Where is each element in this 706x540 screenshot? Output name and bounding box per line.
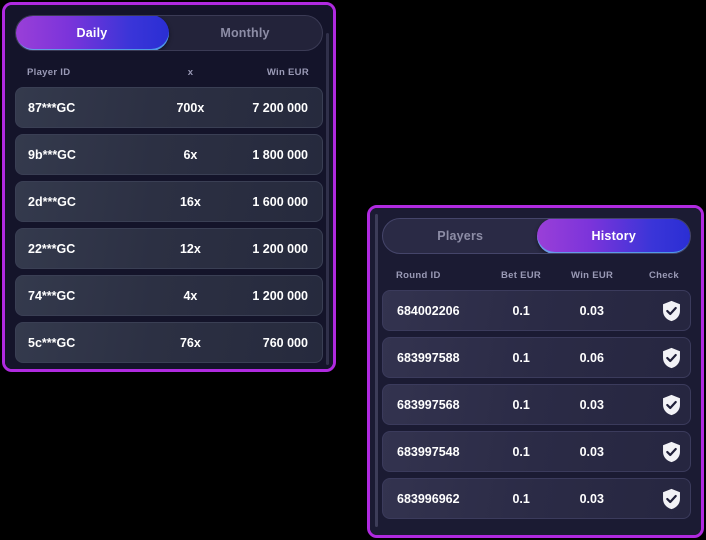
table-row[interactable]: 683997588 0.1 0.06 (382, 337, 691, 378)
cell-check[interactable] (629, 441, 690, 463)
cell-check[interactable] (629, 488, 690, 510)
table-row[interactable]: 683997548 0.1 0.03 (382, 431, 691, 472)
column-header-bet: Bet EUR (500, 269, 542, 281)
table-row[interactable]: 87***GC 700x 7 200 000 (15, 87, 323, 128)
table-row[interactable]: 683996962 0.1 0.03 (382, 478, 691, 519)
cell-win: 1 800 000 (252, 147, 308, 162)
cell-multiplier: 76x (179, 335, 201, 350)
tab-history[interactable]: History (536, 219, 690, 253)
cell-win: 760 000 (262, 335, 308, 350)
table-row[interactable]: 5c***GC 76x 760 000 (15, 322, 323, 363)
leaderboard-panel: Daily Monthly Player ID x Win EUR 87***G… (2, 2, 336, 372)
shield-check-icon[interactable] (661, 488, 682, 510)
cell-bet: 0.1 (512, 397, 530, 412)
history-view-toggle[interactable]: Players History (382, 218, 691, 254)
table-row[interactable]: 9b***GC 6x 1 800 000 (15, 134, 323, 175)
cell-bet: 0.1 (512, 350, 530, 365)
cell-round-id: 684002206 (397, 303, 460, 318)
cell-check[interactable] (629, 394, 690, 416)
leaderboard-rows: 87***GC 700x 7 200 000 9b***GC 6x 1 800 … (15, 87, 323, 363)
cell-check[interactable] (629, 347, 690, 369)
shield-check-icon[interactable] (661, 441, 682, 463)
cell-multiplier: 6x (183, 147, 198, 162)
cell-player-id: 22***GC (28, 241, 76, 256)
column-header-round-id: Round ID (396, 269, 441, 281)
leaderboard-panel-body: Daily Monthly Player ID x Win EUR 87***G… (5, 5, 333, 369)
tab-players[interactable]: Players (383, 219, 538, 253)
table-row[interactable]: 683997568 0.1 0.03 (382, 384, 691, 425)
cell-win: 7 200 000 (252, 100, 308, 115)
column-header-player-id: Player ID (27, 66, 71, 78)
history-panel-body: Players History Round ID Bet EUR Win EUR… (370, 208, 701, 535)
column-header-check: Check (648, 269, 679, 281)
table-row[interactable]: 74***GC 4x 1 200 000 (15, 275, 323, 316)
cell-player-id: 74***GC (28, 288, 76, 303)
column-header-win: Win EUR (266, 66, 309, 78)
cell-round-id: 683997588 (397, 350, 460, 365)
history-scrollbar[interactable] (375, 214, 378, 527)
tab-monthly[interactable]: Monthly (168, 16, 322, 50)
cell-win: 0.03 (579, 444, 604, 459)
cell-multiplier: 12x (179, 241, 201, 256)
cell-multiplier: 700x (176, 100, 205, 115)
cell-win: 1 200 000 (252, 288, 308, 303)
table-row[interactable]: 22***GC 12x 1 200 000 (15, 228, 323, 269)
leaderboard-column-headers: Player ID x Win EUR (15, 59, 323, 85)
cell-round-id: 683997548 (397, 444, 460, 459)
cell-win: 0.03 (579, 303, 604, 318)
cell-multiplier: 16x (179, 194, 201, 209)
history-rows: 684002206 0.1 0.03 683997588 0.1 0.06 68… (382, 290, 691, 519)
cell-bet: 0.1 (512, 303, 530, 318)
cell-bet: 0.1 (512, 491, 530, 506)
table-row[interactable]: 684002206 0.1 0.03 (382, 290, 691, 331)
cell-win: 0.03 (579, 397, 604, 412)
leaderboard-period-toggle[interactable]: Daily Monthly (15, 15, 323, 51)
cell-win: 0.06 (579, 350, 604, 365)
cell-player-id: 87***GC (28, 100, 76, 115)
tab-daily[interactable]: Daily (16, 16, 169, 50)
cell-round-id: 683996962 (397, 491, 460, 506)
cell-player-id: 5c***GC (28, 335, 76, 350)
cell-bet: 0.1 (512, 444, 530, 459)
screen-root: Daily Monthly Player ID x Win EUR 87***G… (0, 0, 706, 540)
shield-check-icon[interactable] (661, 347, 682, 369)
column-header-multiplier: x (187, 66, 194, 78)
history-column-headers: Round ID Bet EUR Win EUR Check (382, 262, 691, 288)
cell-round-id: 683997568 (397, 397, 460, 412)
cell-player-id: 9b***GC (28, 147, 76, 162)
table-row[interactable]: 2d***GC 16x 1 600 000 (15, 181, 323, 222)
cell-player-id: 2d***GC (28, 194, 76, 209)
leaderboard-scrollbar[interactable] (326, 33, 329, 365)
shield-check-icon[interactable] (661, 394, 682, 416)
cell-check[interactable] (629, 300, 690, 322)
history-panel: Players History Round ID Bet EUR Win EUR… (367, 205, 704, 538)
cell-multiplier: 4x (183, 288, 198, 303)
cell-win: 1 600 000 (252, 194, 308, 209)
cell-win: 0.03 (579, 491, 604, 506)
cell-win: 1 200 000 (252, 241, 308, 256)
shield-check-icon[interactable] (661, 300, 682, 322)
column-header-win: Win EUR (571, 269, 614, 281)
